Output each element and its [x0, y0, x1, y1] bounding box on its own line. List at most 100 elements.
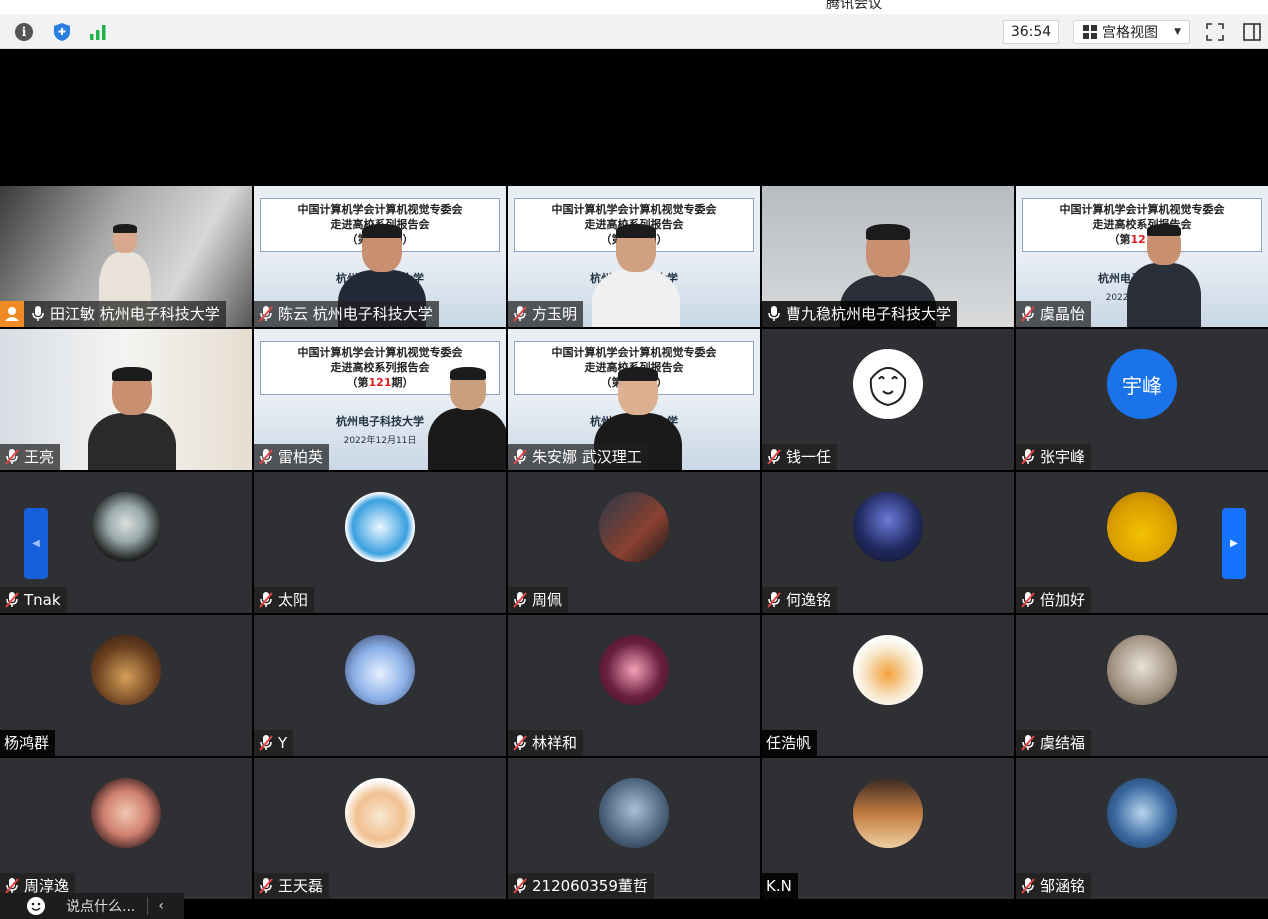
collapse-chat-icon[interactable]: ‹ [158, 898, 164, 914]
participant-tile[interactable]: 中国计算机学会计算机视觉专委会走进高校系列报告会（第121期）杭州电子科技大学2… [254, 186, 506, 327]
view-mode-label: 宫格视图 [1102, 25, 1158, 41]
speaker-body [88, 413, 176, 470]
participant-name: 张宇峰 [1040, 448, 1086, 466]
prev-page-button[interactable]: ◀ [24, 508, 48, 579]
participant-name-label: 朱安娜 武汉理工 [508, 444, 648, 470]
participant-name: 朱安娜 武汉理工 [532, 448, 642, 466]
participant-name: 太阳 [278, 591, 309, 609]
slide-issue-num: 121 [368, 376, 392, 389]
participant-tile[interactable]: 田江敏 杭州电子科技大学 [0, 186, 252, 327]
participant-name-label: 林祥和 [508, 730, 584, 756]
participant-tile[interactable]: 林祥和 [508, 615, 760, 756]
participant-tile[interactable]: 宇峰 张宇峰 [1016, 329, 1268, 470]
participant-tile[interactable]: 212060359董哲 [508, 758, 760, 899]
participant-name-label: 邹涵铭 [1016, 873, 1092, 899]
mic-muted-icon [512, 734, 528, 752]
network-signal-icon[interactable] [88, 22, 108, 42]
participant-tile[interactable]: 周淳逸 [0, 758, 252, 899]
meeting-toolbar: i 36:54 宫格视图 ▼ [0, 14, 1268, 49]
speaker-face [450, 367, 486, 411]
participant-avatar [91, 635, 161, 705]
speaker-face [112, 367, 152, 415]
participant-avatar [599, 492, 669, 562]
slide-title-box: 中国计算机学会计算机视觉专委会走进高校系列报告会（第121期） [1022, 198, 1262, 252]
participant-avatar [599, 635, 669, 705]
participant-tile[interactable]: 王天磊 [254, 758, 506, 899]
speaker-face [1147, 224, 1181, 265]
participant-name-label: 陈云 杭州电子科技大学 [254, 301, 439, 327]
slide-line1: 中国计算机学会计算机视觉专委会 [297, 346, 463, 359]
participant-name-label: 何逸铭 [762, 587, 838, 613]
slide-issue-pre: （第 [1108, 233, 1131, 246]
speaker-face [616, 224, 656, 272]
slide-issue-pre: （第 [346, 376, 369, 389]
grid-view-icon [1083, 25, 1097, 39]
participant-avatar [853, 635, 923, 705]
participant-avatar [1107, 492, 1177, 562]
info-icon[interactable]: i [14, 22, 34, 42]
participant-name: Tnak [24, 591, 61, 609]
slide-line1: 中国计算机学会计算机视觉专委会 [551, 203, 717, 216]
fullscreen-icon[interactable] [1205, 22, 1225, 42]
participant-name-label: Y [254, 730, 294, 756]
participant-name-label: 田江敏 杭州电子科技大学 [0, 301, 226, 327]
participant-name-label: 曹九稳杭州电子科技大学 [762, 301, 958, 327]
bottom-strip [0, 902, 1268, 919]
participant-tile[interactable]: 曹九稳杭州电子科技大学 [762, 186, 1014, 327]
mic-muted-icon [512, 877, 528, 895]
mic-muted-icon [4, 448, 20, 466]
participant-name-label: 方玉明 [508, 301, 584, 327]
participant-avatar [345, 492, 415, 562]
participant-tile[interactable]: 杨鸿群 [0, 615, 252, 756]
participant-tile[interactable]: 中国计算机学会计算机视觉专委会走进高校系列报告会（第121期）杭州电子科技大学2… [1016, 186, 1268, 327]
mic-muted-icon [258, 305, 274, 323]
slide-line2: 走进高校系列报告会 [1092, 218, 1192, 231]
participant-name: 曹九稳杭州电子科技大学 [786, 305, 952, 323]
participant-tile[interactable]: 中国计算机学会计算机视觉专委会走进高校系列报告会（第121期）杭州电子科技大学2… [508, 186, 760, 327]
participant-name: 何逸铭 [786, 591, 832, 609]
participant-tile[interactable]: 邹涵铭 [1016, 758, 1268, 899]
participant-name: 田江敏 杭州电子科技大学 [50, 305, 220, 323]
view-mode-dropdown[interactable]: 宫格视图 ▼ [1073, 20, 1190, 44]
emoji-icon[interactable] [24, 896, 48, 916]
participant-tile[interactable]: 虞结福 [1016, 615, 1268, 756]
participant-tile[interactable]: 王亮 [0, 329, 252, 470]
participant-tile[interactable]: 任浩帆 [762, 615, 1014, 756]
chat-input[interactable]: 说点什么... [66, 896, 135, 916]
participant-avatar [91, 778, 161, 848]
participant-name: 雷柏英 [278, 448, 324, 466]
next-page-button[interactable]: ▶ [1222, 508, 1246, 579]
mic-muted-icon [258, 877, 274, 895]
participant-name-label: 王天磊 [254, 873, 330, 899]
participant-name-label: K.N [762, 873, 798, 899]
shield-icon[interactable] [52, 22, 72, 42]
participant-tile[interactable]: 何逸铭 [762, 472, 1014, 613]
mic-muted-icon [258, 591, 274, 609]
participant-name: 方玉明 [532, 305, 578, 323]
speaker-body [1126, 263, 1202, 327]
participant-tile[interactable]: 太阳 [254, 472, 506, 613]
participant-avatar [1107, 635, 1177, 705]
participant-tile[interactable]: 周佩 [508, 472, 760, 613]
participant-tile[interactable]: 中国计算机学会计算机视觉专委会走进高校系列报告会（第121期）杭州电子科技大学2… [254, 329, 506, 470]
participant-name-label: Tnak [0, 587, 67, 613]
participant-tile[interactable]: 中国计算机学会计算机视觉专委会走进高校系列报告会（第121期）杭州电子科技大学2… [508, 329, 760, 470]
chat-bar[interactable]: 说点什么... ‹ [0, 893, 184, 919]
chevron-left-icon: ◀ [32, 538, 40, 549]
mic-muted-icon [766, 448, 782, 466]
participant-tile[interactable]: Y [254, 615, 506, 756]
participant-name-label: 虞结福 [1016, 730, 1092, 756]
participant-name: 陈云 杭州电子科技大学 [278, 305, 433, 323]
mic-muted-icon [766, 591, 782, 609]
window-titlebar: 腾讯会议 [0, 0, 1268, 14]
participant-name-label: 雷柏英 [254, 444, 330, 470]
mic-muted-icon [258, 448, 274, 466]
mic-muted-icon [1020, 877, 1036, 895]
participant-tile[interactable]: K.N [762, 758, 1014, 899]
participant-tile[interactable]: 钱一任 [762, 329, 1014, 470]
meeting-timer: 36:54 [1003, 20, 1059, 44]
mic-muted-icon [1020, 734, 1036, 752]
speaker-body [428, 408, 506, 470]
sidebar-toggle-icon[interactable] [1242, 22, 1262, 42]
participant-name-label: 王亮 [0, 444, 61, 470]
